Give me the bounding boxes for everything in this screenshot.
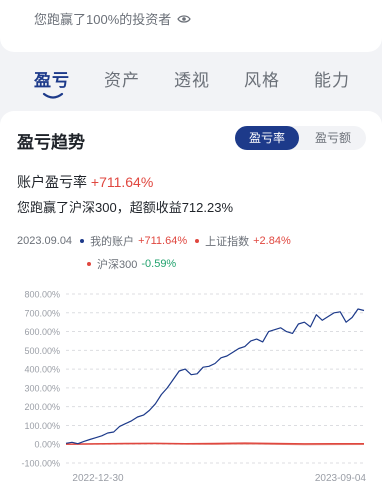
- investor-rank-text: 您跑赢了100%的投资者: [34, 12, 172, 27]
- tab-style[interactable]: 风格: [244, 66, 280, 91]
- chart-legend-row-2: 沪深300 -0.59%: [79, 256, 176, 272]
- profit-trend-chart[interactable]: 800.00% 700.00% 600.00% 500.00% 400.00% 300.0…: [0, 282, 382, 492]
- y-tick-label: 0.00%: [34, 440, 60, 450]
- tab-profit[interactable]: 盈亏: [34, 66, 70, 91]
- beat-index-text: 您跑赢了沪深300，超额收益712.23%: [17, 200, 234, 215]
- toggle-rate-button[interactable]: 盈亏率: [235, 126, 299, 150]
- legend-dot-sse: [195, 239, 200, 243]
- legend-name-csi300: 沪深300: [97, 259, 138, 271]
- account-rate-value: +711.64%: [90, 174, 154, 190]
- account-rate: 账户盈亏率 +711.64%: [17, 172, 153, 192]
- toggle-amount-button[interactable]: 盈亏额: [301, 126, 365, 150]
- legend-name-sse: 上证指数: [205, 236, 250, 248]
- tab-assets[interactable]: 资产: [104, 66, 140, 91]
- chart-legend-row-1: 2023.09.04 我的账户 +711.64% 上证指数 +2.84%: [17, 233, 291, 249]
- y-tick-label: 500.00%: [24, 346, 60, 356]
- x-tick-label: 2022-12-30: [72, 473, 124, 484]
- series-line-上证指数: [65, 442, 364, 445]
- legend-value-account: +711.64%: [138, 235, 188, 247]
- legend-value-sse: +2.84%: [253, 235, 291, 247]
- profile-summary-card: 您跑赢了100%的投资者: [0, 0, 382, 52]
- section-title: 盈亏趋势: [17, 133, 85, 152]
- y-tick-label: -100.00%: [21, 459, 60, 469]
- legend-name-account: 我的账户: [90, 236, 135, 248]
- tab-ability[interactable]: 能力: [314, 66, 350, 91]
- tab-perspective[interactable]: 透视: [174, 66, 210, 91]
- y-tick-label: 700.00%: [24, 308, 60, 318]
- investor-rank: 您跑赢了100%的投资者: [34, 9, 191, 28]
- y-tick-label: 200.00%: [24, 402, 60, 412]
- y-tick-label: 100.00%: [24, 421, 60, 431]
- eye-icon[interactable]: [177, 14, 191, 24]
- y-tick-label: 800.00%: [24, 290, 60, 300]
- y-tick-label: 300.00%: [24, 383, 60, 393]
- account-rate-label: 账户盈亏率: [17, 174, 87, 190]
- legend-date: 2023.09.04: [17, 235, 73, 247]
- series-line-我的账户: [65, 308, 365, 445]
- x-tick-label: 2023-09-04: [315, 473, 367, 484]
- legend-dot-account: [80, 239, 85, 243]
- legend-dot-csi300: [87, 262, 91, 266]
- y-tick-label: 400.00%: [24, 365, 60, 375]
- y-tick-label: 600.00%: [24, 327, 60, 337]
- rate-amount-toggle: 盈亏率 盈亏额: [235, 126, 366, 150]
- active-tab-indicator: [42, 92, 64, 99]
- legend-value-csi300: -0.59%: [141, 258, 177, 270]
